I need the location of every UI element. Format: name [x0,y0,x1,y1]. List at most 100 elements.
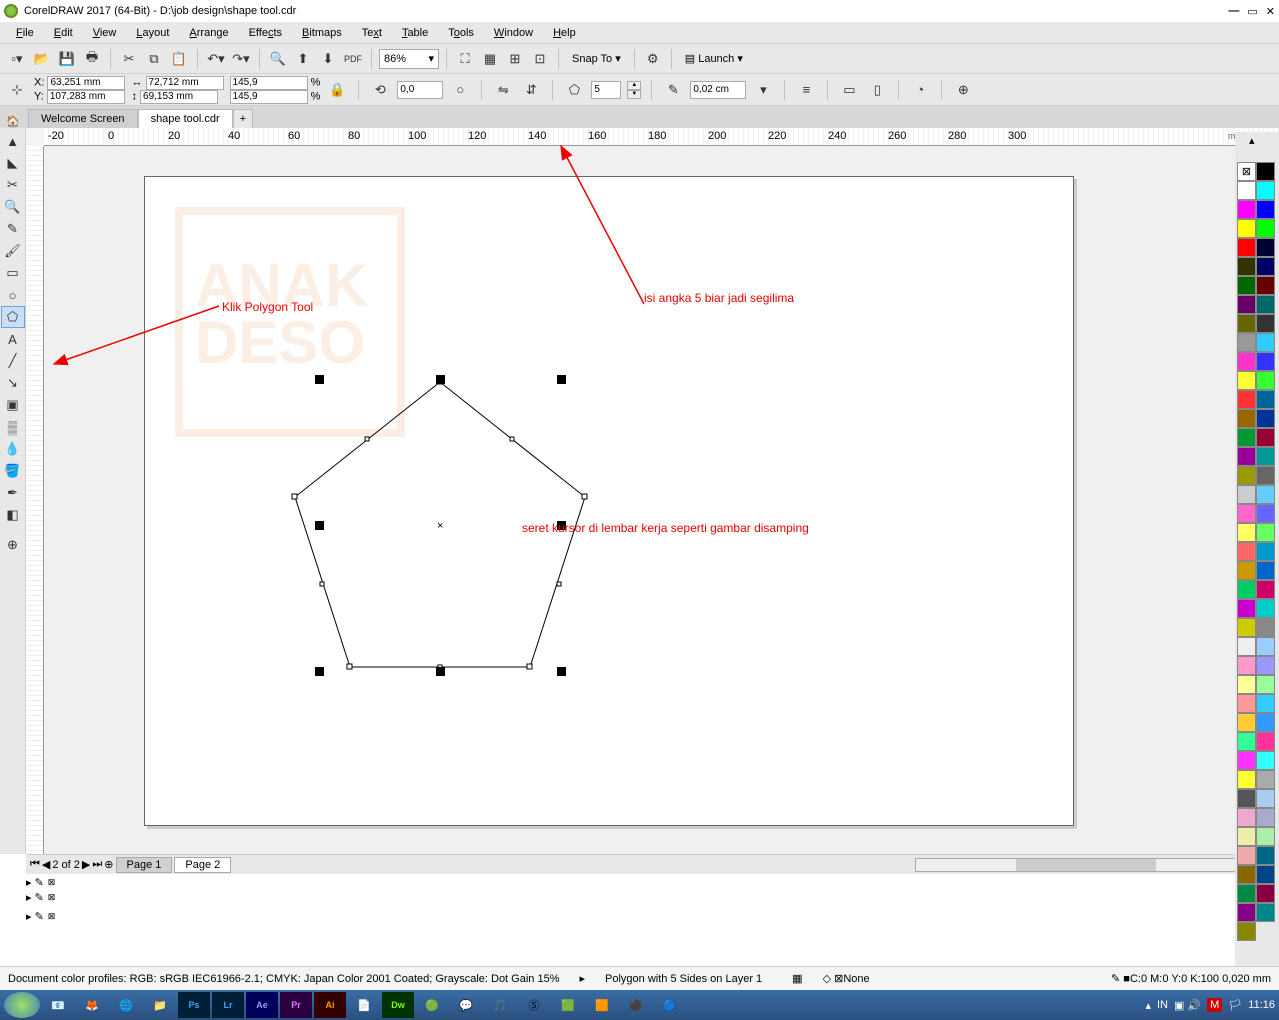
fullscreen-button[interactable]: ⛶ [454,48,476,70]
print-button[interactable]: 🖶 [81,48,103,70]
outline-tool[interactable]: ✒ [1,482,25,504]
copy-button[interactable]: ⧉ [143,48,165,70]
tab-document[interactable]: shape tool.cdr [138,109,233,128]
color-swatch[interactable] [1237,675,1256,694]
menu-window[interactable]: Window [486,25,541,41]
scale-y[interactable] [230,90,308,104]
menu-help[interactable]: Help [545,25,584,41]
color-swatch[interactable] [1237,789,1256,808]
color-swatch[interactable] [1237,200,1256,219]
undo-button[interactable]: ↶▾ [205,48,227,70]
menu-effects[interactable]: Effects [241,25,290,41]
snap-to-dropdown[interactable]: Snap To ▾ [566,50,627,67]
fill-tool[interactable]: 🪣 [1,460,25,482]
color-swatch[interactable] [1256,656,1275,675]
canvas[interactable]: ANAKDESO [44,146,1279,854]
color-swatch[interactable] [1256,371,1275,390]
color-swatch[interactable] [1237,295,1256,314]
tb-illustrator[interactable]: Ai [314,992,346,1018]
color-swatch[interactable] [1256,352,1275,371]
home-icon[interactable]: 🏠 [6,115,20,128]
color-swatch[interactable] [1237,580,1256,599]
color-swatch[interactable] [1256,770,1275,789]
color-swatch[interactable] [1237,257,1256,276]
color-swatch[interactable] [1237,599,1256,618]
color-swatch[interactable] [1256,599,1275,618]
x-position[interactable] [47,76,125,90]
color-swatch[interactable] [1256,314,1275,333]
color-swatch[interactable] [1256,618,1275,637]
color-swatch[interactable] [1256,504,1275,523]
cut-button[interactable]: ✂ [118,48,140,70]
color-swatch[interactable] [1256,637,1275,656]
zoom-level[interactable]: 86%▾ [379,49,439,69]
mirror-v-button[interactable]: ⇵ [520,79,542,101]
tb-chrome[interactable]: 🌐 [110,992,142,1018]
color-swatch[interactable] [1237,371,1256,390]
color-swatch[interactable] [1256,181,1275,200]
menu-edit[interactable]: Edit [46,25,81,41]
color-swatch[interactable] [1256,523,1275,542]
launch-dropdown[interactable]: ▤ Launch ▾ [679,50,749,67]
mirror-h-button[interactable]: ⇋ [492,79,514,101]
color-swatch[interactable] [1237,523,1256,542]
color-swatch[interactable] [1237,846,1256,865]
close-button[interactable]: ✕ [1266,5,1275,18]
tb-thunderbird[interactable]: 📧 [42,992,74,1018]
color-swatch[interactable] [1237,884,1256,903]
outline-dropdown[interactable]: ▾ [752,79,774,101]
color-swatch[interactable] [1237,352,1256,371]
page-last[interactable]: ⏭ [92,858,102,871]
color-swatch[interactable] [1237,922,1256,941]
tb-firefox[interactable]: 🦊 [76,992,108,1018]
rectangle-tool[interactable]: ▭ [1,262,25,284]
tb-explorer[interactable]: 📁 [144,992,176,1018]
scale-x[interactable] [230,76,308,90]
color-swatch[interactable] [1256,200,1275,219]
tb-app1[interactable]: 🟧 [586,992,618,1018]
hscrollbar[interactable] [915,858,1275,872]
page-add[interactable]: ⊕ [104,858,113,871]
crop-tool[interactable]: ✂ [1,174,25,196]
quick-customize-tools[interactable]: ⊕ [1,534,25,556]
search-button[interactable]: 🔍 [267,48,289,70]
sides-up[interactable]: ▲ [627,81,641,90]
tb-lightroom[interactable]: Lr [212,992,244,1018]
color-swatch[interactable] [1256,846,1275,865]
tb-coreldraw[interactable]: 🟢 [416,992,448,1018]
drawing-page[interactable]: ANAKDESO [144,176,1074,826]
options-button[interactable]: ⚙ [642,48,664,70]
menu-arrange[interactable]: Arrange [181,25,236,41]
tb-libreoffice[interactable]: 📄 [348,992,380,1018]
paste-button[interactable]: 📋 [168,48,190,70]
menu-table[interactable]: Table [394,25,436,41]
horizontal-ruler[interactable]: millimeters -20 0 20 40 60 80 100 120 14… [44,128,1279,146]
tb-dreamweaver[interactable]: Dw [382,992,414,1018]
color-swatch[interactable] [1237,428,1256,447]
tb-app2[interactable]: ⚫ [620,992,652,1018]
color-palette[interactable]: ▴ ⊠ [1235,132,1279,980]
rotation-presets[interactable]: ○ [449,79,471,101]
new-button[interactable]: ▫▾ [6,48,28,70]
rulers-button[interactable]: ▦ [479,48,501,70]
shape-tool[interactable]: ◣ [1,152,25,174]
color-swatch[interactable] [1256,694,1275,713]
text-tool[interactable]: A [1,328,25,350]
color-swatch[interactable] [1237,808,1256,827]
zoom-tool[interactable]: 🔍 [1,196,25,218]
color-swatch[interactable] [1256,732,1275,751]
sides-down[interactable]: ▼ [627,90,641,99]
color-swatch[interactable] [1237,238,1256,257]
color-swatch[interactable] [1237,181,1256,200]
ellipse-tool[interactable]: ○ [1,284,25,306]
menu-text[interactable]: Text [354,25,390,41]
tb-line[interactable]: 🟩 [552,992,584,1018]
color-swatch[interactable] [1256,808,1275,827]
page-prev[interactable]: ◀ [42,858,50,871]
color-swatch[interactable] [1237,751,1256,770]
color-swatch[interactable] [1237,903,1256,922]
page-tab-2[interactable]: Page 2 [174,857,231,873]
color-swatch[interactable] [1256,789,1275,808]
import-button[interactable]: ⬆ [292,48,314,70]
transparency-tool[interactable]: ▒ [1,416,25,438]
